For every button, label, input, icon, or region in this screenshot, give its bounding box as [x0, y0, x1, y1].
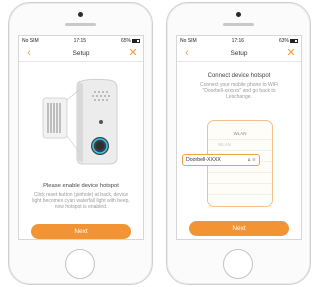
carrier-label: No SIM [180, 37, 197, 44]
nav-bar: ‹ Setup ✕ [19, 45, 143, 62]
instruction-body: Connect your mobile phone to WiFi "Doorb… [199, 82, 279, 100]
battery-indicator: 65% [121, 38, 140, 44]
battery-icon [131, 38, 140, 43]
front-camera [236, 12, 241, 17]
wifi-list-row: WLAN [208, 140, 272, 151]
clock: 17:15 [73, 37, 87, 44]
earpiece-speaker [223, 23, 254, 26]
wifi-list-header: WLAN [208, 129, 272, 140]
front-camera [78, 12, 83, 17]
screen-right: No SIM 17:16 63% ‹ Setup ✕ Connect devic… [176, 35, 302, 240]
status-bar: No SIM 17:16 63% [177, 36, 301, 45]
nav-bar: ‹ Setup ✕ [177, 45, 301, 62]
carrier-label: No SIM [22, 37, 39, 44]
page-title: Setup [230, 49, 248, 57]
selected-wifi-network: Doorbell-XXXX 🔒︎ ≋ [182, 154, 260, 166]
battery-indicator: 63% [279, 38, 298, 44]
home-button[interactable] [223, 249, 253, 279]
wifi-ssid: Doorbell-XXXX [186, 157, 221, 163]
battery-icon [289, 38, 298, 43]
phone-frame-left: No SIM 17:15 65% ‹ Setup ✕ Please enable… [8, 2, 153, 285]
phone-frame-right: No SIM 17:16 63% ‹ Setup ✕ Connect devic… [166, 2, 311, 285]
doorbell-device-illustration [42, 78, 118, 165]
earpiece-speaker [65, 23, 96, 26]
wifi-list-row [208, 173, 272, 184]
lock-wifi-icon: 🔒︎ ≋ [247, 157, 256, 163]
wifi-list-row [208, 184, 272, 195]
clock: 17:16 [231, 37, 245, 44]
back-icon[interactable]: ‹ [182, 45, 192, 61]
back-icon[interactable]: ‹ [24, 45, 34, 61]
instruction-title: Please enable device hotspot [43, 183, 119, 189]
screen-left: No SIM 17:15 65% ‹ Setup ✕ Please enable… [18, 35, 144, 240]
battery-percent: 63% [278, 37, 289, 44]
next-button[interactable]: Next [31, 224, 131, 239]
instruction-title: Connect device hotspot [207, 73, 271, 79]
instruction-body: Click reset button (pinhole) at back, de… [32, 192, 130, 210]
close-icon[interactable]: ✕ [286, 45, 296, 61]
status-bar: No SIM 17:15 65% [19, 36, 143, 45]
next-button[interactable]: Next [189, 221, 289, 236]
page-title: Setup [72, 49, 90, 57]
battery-percent: 65% [120, 37, 131, 44]
close-icon[interactable]: ✕ [128, 45, 138, 61]
home-button[interactable] [65, 249, 95, 279]
